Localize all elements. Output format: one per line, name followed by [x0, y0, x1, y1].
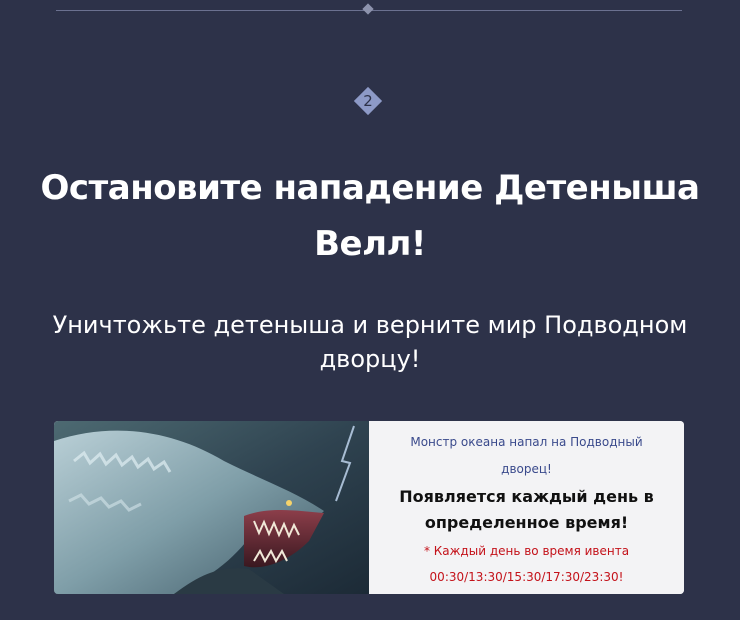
event-intro-line-2: дворец! — [501, 462, 552, 476]
step-number: 2 — [363, 92, 373, 110]
step-badge: 2 — [353, 86, 383, 116]
event-times: 00:30/13:30/15:30/17:30/23:30! — [429, 570, 624, 584]
divider-diamond-icon — [362, 3, 374, 15]
event-headline: Появляется каждый день в определенное вр… — [379, 484, 674, 536]
event-card: Монстр океана напал на Подводный дворец!… — [54, 421, 684, 594]
title-line-2: Велл! — [314, 224, 426, 264]
event-headline-line-2: определенное время! — [424, 513, 629, 532]
sea-monster-illustration — [54, 421, 369, 594]
event-intro-line-1: Монстр океана напал на Подводный — [410, 435, 643, 449]
event-note: * Каждый день во время ивента — [423, 544, 630, 558]
title-line-1: Остановите нападение Детеныша — [40, 168, 701, 208]
subtitle-line-2: дворцу! — [319, 345, 421, 373]
event-description: Монстр океана напал на Подводный дворец!… — [369, 421, 684, 594]
subtitle-line-1: Уничтожьте детеныша и верните мир Подвод… — [52, 311, 688, 339]
page-title: Остановите нападение Детеныша Велл! — [20, 160, 720, 272]
event-intro: Монстр океана напал на Подводный дворец! — [379, 429, 674, 483]
page-subtitle: Уничтожьте детеныша и верните мир Подвод… — [20, 308, 720, 376]
event-headline-line-1: Появляется каждый день в — [399, 487, 654, 506]
sea-monster-image — [54, 421, 369, 594]
